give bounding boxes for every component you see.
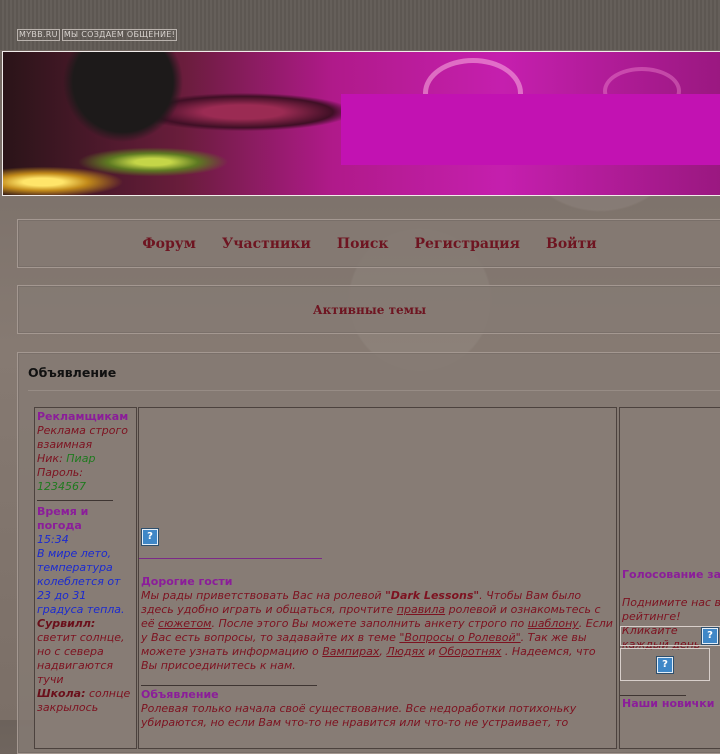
mybb-link[interactable]: MYBB.RU xyxy=(17,29,60,41)
vote-heading: Голосование за xyxy=(622,568,720,581)
nav-forum[interactable]: Форум xyxy=(142,236,196,252)
announcement-panel: Объявление Рекламщикам Реклама строго вз… xyxy=(17,352,720,754)
main-navigation: Форум Участники Поиск Регистрация Войти xyxy=(17,219,720,268)
nav-search[interactable]: Поиск xyxy=(337,236,389,252)
left-info-column: Рекламщикам Реклама строго взаимная Ник:… xyxy=(34,407,137,749)
question-mark-icon: ? xyxy=(657,657,673,673)
question-mark-icon: ? xyxy=(142,529,158,545)
announcement-title: Объявление xyxy=(28,365,117,380)
plot-link[interactable]: сюжетом xyxy=(158,617,211,630)
divider xyxy=(620,695,686,696)
ads-heading: Рекламщикам xyxy=(37,410,129,423)
newbies-heading: Наши новички xyxy=(622,697,715,710)
divider xyxy=(28,390,720,391)
game-name: "Dark Lessons" xyxy=(385,589,480,602)
header-banner xyxy=(2,51,720,196)
nick-label: Ник: xyxy=(37,452,63,465)
rating-banner[interactable]: ? xyxy=(620,626,720,646)
main-announcement-column: ? Дорогие гости Мы рады приветствовать В… xyxy=(138,407,617,749)
rating-button[interactable]: ? xyxy=(620,648,710,681)
guests-text: Мы рады приветствовать Вас на ролевой "D… xyxy=(141,589,613,672)
nav-register[interactable]: Регистрация xyxy=(414,236,520,252)
broken-image: ? xyxy=(142,524,158,545)
school-label: Школа: xyxy=(37,687,86,700)
active-topics-link[interactable]: Активные темы xyxy=(313,303,426,317)
werewolves-link[interactable]: Оборотнях xyxy=(439,645,502,658)
humans-link[interactable]: Людях xyxy=(386,645,424,658)
survill-text: светит солнце, но с севера надвигаются т… xyxy=(37,631,125,686)
weather-text: В мире лето, температура колеблется от 2… xyxy=(37,547,125,616)
top-bar: MYBB.RU МЫ СОЗДАЕМ ОБЩЕНИЕ! xyxy=(0,0,720,50)
active-topics-bar: Активные темы xyxy=(17,285,720,334)
time-weather-heading: Время и погода xyxy=(37,505,89,532)
nick-value: Пиар xyxy=(66,452,96,465)
divider xyxy=(37,500,113,501)
password-label: Пароль: xyxy=(37,466,83,479)
password-value: 1234567 xyxy=(37,480,86,493)
announcement-text: Ролевая только начала своё существование… xyxy=(141,702,577,729)
announcement-heading: Объявление xyxy=(141,688,219,701)
nav-login[interactable]: Войти xyxy=(546,236,597,252)
survill-label: Сурвилл: xyxy=(37,617,96,630)
guests-heading: Дорогие гости xyxy=(141,575,233,588)
vampires-link[interactable]: Вампирах xyxy=(322,645,379,658)
template-link[interactable]: шаблону xyxy=(528,617,579,630)
right-vote-column: Голосование за Поднимите нас в рейтинге!… xyxy=(619,407,720,749)
banner-title-block xyxy=(341,94,720,165)
question-mark-icon: ? xyxy=(702,628,718,644)
ads-text: Реклама строго взаимная xyxy=(37,424,129,451)
divider xyxy=(141,685,317,686)
divider xyxy=(139,558,322,559)
nav-members[interactable]: Участники xyxy=(222,236,311,252)
time-value: 15:34 xyxy=(37,533,69,546)
rules-link[interactable]: правила xyxy=(397,603,445,616)
top-links: MYBB.RU МЫ СОЗДАЕМ ОБЩЕНИЕ! xyxy=(17,29,178,41)
slogan-link[interactable]: МЫ СОЗДАЕМ ОБЩЕНИЕ! xyxy=(61,29,178,41)
questions-link[interactable]: "Вопросы о Ролевой" xyxy=(399,631,520,644)
